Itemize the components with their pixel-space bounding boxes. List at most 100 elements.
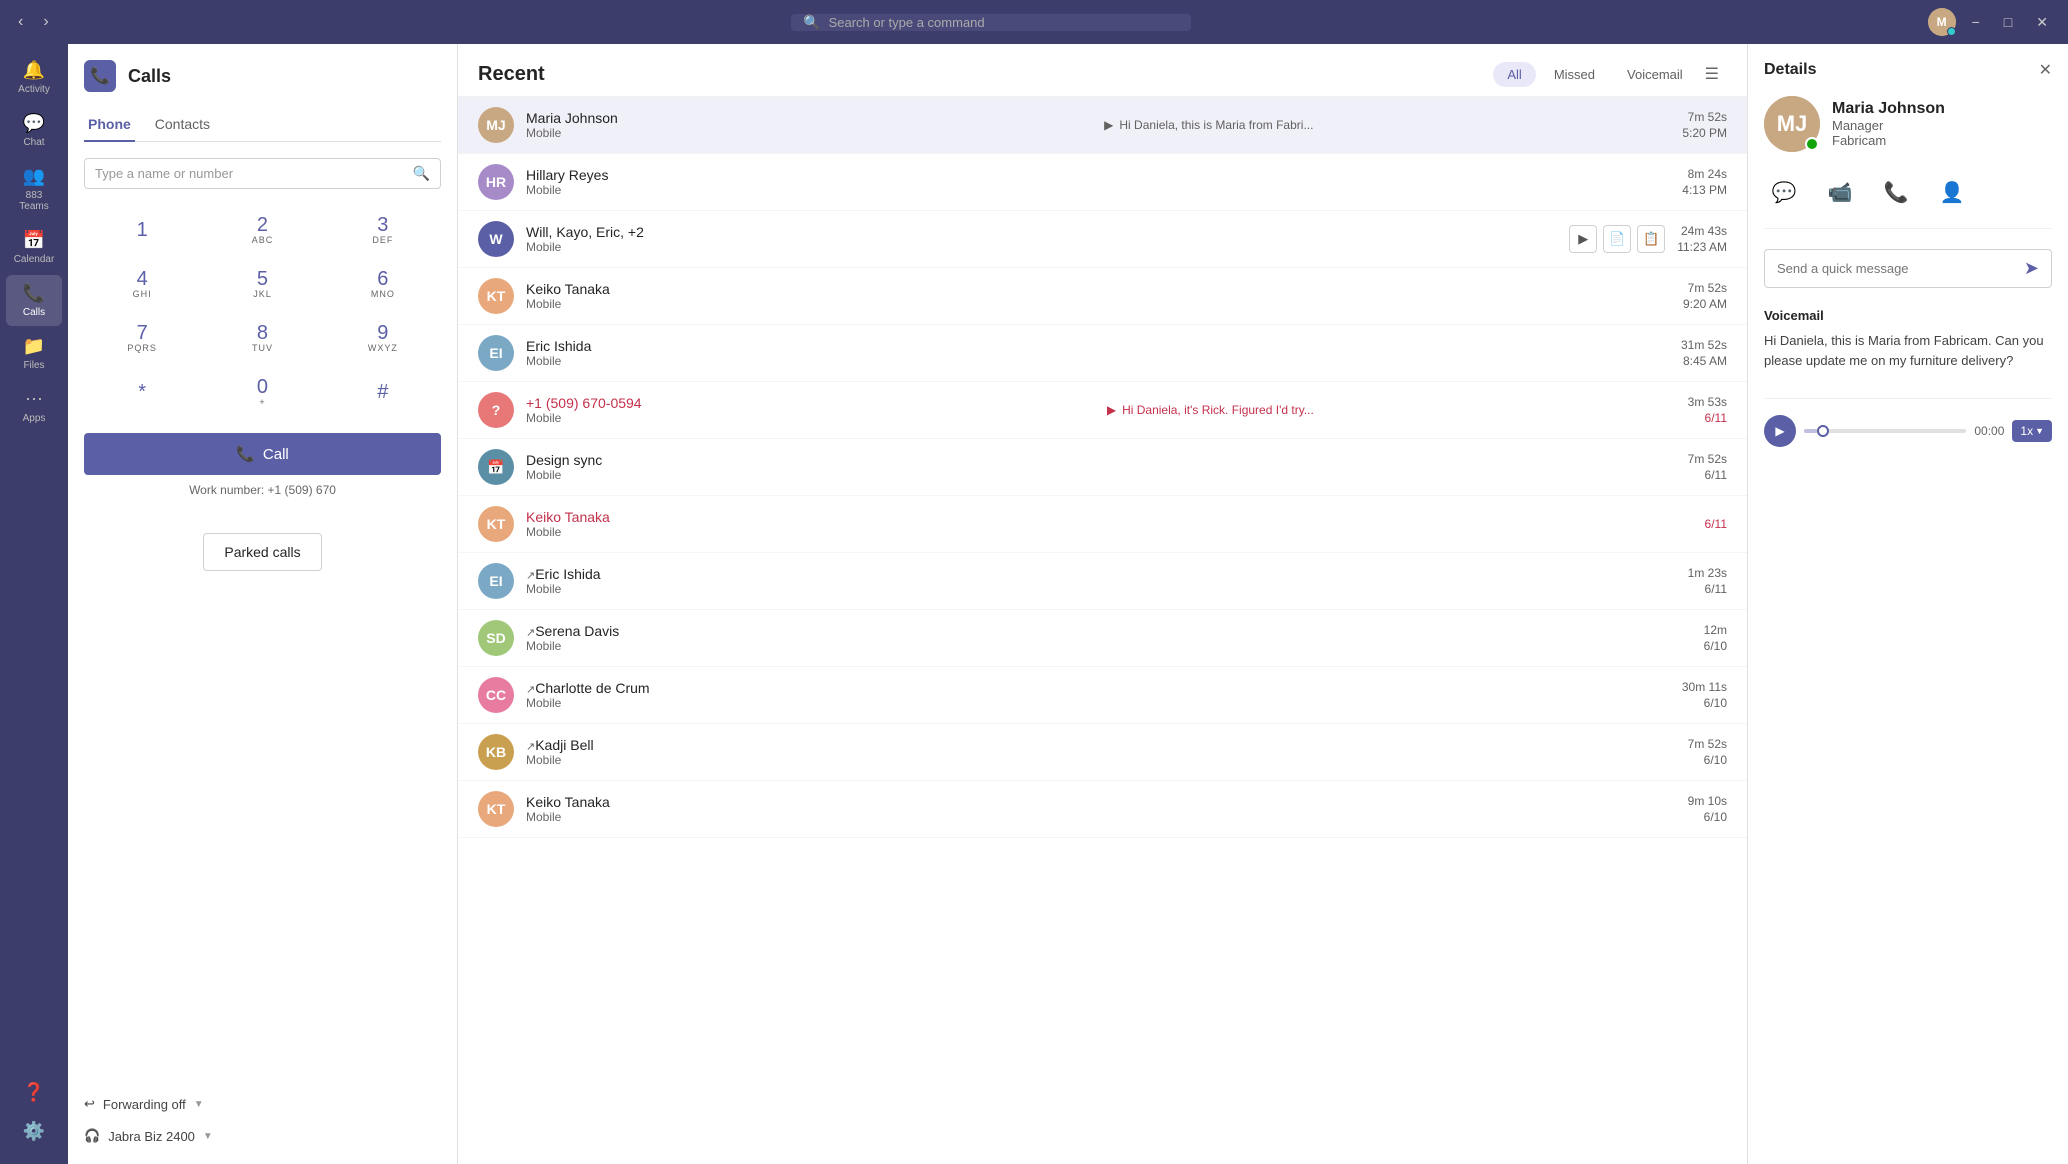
quick-message-input[interactable] [1777, 261, 2016, 276]
nav-back-button[interactable]: ‹ [12, 9, 29, 35]
dial-key-#[interactable]: # [325, 367, 441, 417]
dial-key-6[interactable]: 6 MNO [325, 259, 441, 309]
list-item[interactable]: KT Keiko Tanaka Mobile 6/11 [458, 496, 1747, 553]
call-time: 6/11 [1705, 468, 1727, 482]
call-action-button[interactable]: 📞 [1876, 172, 1916, 212]
sidebar-item-calendar[interactable]: 📅 Calendar [6, 222, 62, 273]
dial-num-9: 9 [377, 323, 388, 343]
user-avatar[interactable]: M [1928, 8, 1956, 36]
sidebar-item-apps[interactable]: ⋯ Apps [6, 381, 62, 432]
dial-key-0[interactable]: 0 + [204, 367, 320, 417]
call-avatar: KT [478, 278, 514, 314]
titlebar-search-bar[interactable]: 🔍 [791, 14, 1191, 31]
dial-key-1[interactable]: 1 [84, 205, 200, 255]
quick-message-area[interactable]: ➤ [1764, 249, 2052, 288]
call-name: ↗Eric Ishida [526, 566, 1676, 582]
call-type: Mobile [526, 297, 1671, 311]
dialer-search-bar[interactable]: 🔍 [84, 158, 441, 189]
dial-key-7[interactable]: 7 PQRS [84, 313, 200, 363]
call-avatar: ? [478, 392, 514, 428]
sidebar-bottom: ❓ ⚙️ [6, 1074, 62, 1164]
call-item-transcript-btn[interactable]: 📄 [1603, 225, 1631, 253]
call-info: Keiko Tanaka Mobile [526, 509, 1693, 539]
dial-key-5[interactable]: 5 JKL [204, 259, 320, 309]
filter-voicemail[interactable]: Voicemail [1613, 62, 1697, 87]
list-item[interactable]: HR Hillary Reyes Mobile 8m 24s 4:13 PM [458, 154, 1747, 211]
list-item[interactable]: W Will, Kayo, Eric, +2 Mobile ▶ 📄 📋 24m … [458, 211, 1747, 268]
speed-button[interactable]: 1x ▼ [2012, 420, 2052, 442]
sidebar-item-help[interactable]: ❓ [6, 1074, 62, 1111]
sidebar-item-teams[interactable]: 👥 883 Teams [6, 158, 62, 220]
list-item[interactable]: ? +1 (509) 670-0594 Mobile ▶ Hi Daniela,… [458, 382, 1747, 439]
call-duration: 7m 52s [1688, 110, 1727, 124]
audio-track[interactable] [1804, 429, 1966, 433]
dial-key-3[interactable]: 3 DEF [325, 205, 441, 255]
video-action-button[interactable]: 📹 [1820, 172, 1860, 212]
recent-filters: AllMissedVoicemail [1493, 62, 1696, 87]
dialer-search-input[interactable] [95, 166, 405, 181]
call-type: Mobile [526, 183, 1670, 197]
parked-calls-button[interactable]: Parked calls [203, 533, 321, 571]
sidebar-item-label-calendar: Calendar [14, 254, 55, 265]
sidebar-item-label-files: Files [23, 360, 44, 371]
details-close-button[interactable]: ✕ [2039, 60, 2052, 80]
call-info: ↗Charlotte de Crum Mobile [526, 680, 1670, 710]
list-item[interactable]: EI ↗Eric Ishida Mobile 1m 23s 6/11 [458, 553, 1747, 610]
device-item[interactable]: 🎧 Jabra Biz 2400 ▼ [84, 1124, 441, 1148]
call-avatar: KT [478, 506, 514, 542]
call-button[interactable]: 📞 Call [84, 433, 441, 475]
dial-num-7: 7 [137, 323, 148, 343]
dial-key-4[interactable]: 4 GHI [84, 259, 200, 309]
dial-key-*[interactable]: * [84, 367, 200, 417]
dial-key-2[interactable]: 2 ABC [204, 205, 320, 255]
quick-message-send-button[interactable]: ➤ [2024, 258, 2039, 279]
sidebar-item-calls[interactable]: 📞 Calls [6, 275, 62, 326]
call-type: Mobile [526, 639, 1692, 653]
play-button[interactable]: ▶ [1764, 415, 1796, 447]
list-item[interactable]: MJ Maria Johnson Mobile ▶ Hi Daniela, th… [458, 97, 1747, 154]
contact-details: Maria Johnson Manager Fabricam [1832, 100, 1945, 148]
sidebar-item-files[interactable]: 📁 Files [6, 328, 62, 379]
list-item[interactable]: KT Keiko Tanaka Mobile 7m 52s 9:20 AM [458, 268, 1747, 325]
forwarding-item[interactable]: ↩ Forwarding off ▼ [84, 1092, 441, 1116]
filter-all[interactable]: All [1493, 62, 1535, 87]
add-person-action-button[interactable]: 👤 [1932, 172, 1972, 212]
call-info: Will, Kayo, Eric, +2 Mobile [526, 224, 1557, 254]
list-item[interactable]: 📅 Design sync Mobile 7m 52s 6/11 [458, 439, 1747, 496]
filter-more-button[interactable]: ☰ [1697, 60, 1727, 88]
tab-contacts[interactable]: Contacts [151, 108, 214, 142]
contact-actions: 💬 📹 📞 👤 [1764, 172, 2052, 229]
close-button[interactable]: ✕ [2028, 10, 2056, 35]
list-item[interactable]: EI Eric Ishida Mobile 31m 52s 8:45 AM [458, 325, 1747, 382]
calls-title: Calls [128, 66, 171, 87]
sidebar-item-activity[interactable]: 🔔 Activity [6, 52, 62, 103]
tab-phone[interactable]: Phone [84, 108, 135, 142]
dial-num-4: 4 [137, 269, 148, 289]
list-item[interactable]: CC ↗Charlotte de Crum Mobile 30m 11s 6/1… [458, 667, 1747, 724]
outgoing-arrow: ↗ [526, 684, 535, 696]
call-item-notes-btn[interactable]: 📋 [1637, 225, 1665, 253]
list-item[interactable]: KT Keiko Tanaka Mobile 9m 10s 6/10 [458, 781, 1747, 838]
sidebar-item-settings[interactable]: ⚙️ [6, 1113, 62, 1150]
call-item-video-btn[interactable]: ▶ [1569, 225, 1597, 253]
dial-key-9[interactable]: 9 WXYZ [325, 313, 441, 363]
dial-sub-3: DEF [372, 235, 393, 245]
call-time: 6/10 [1704, 753, 1727, 767]
list-item[interactable]: SD ↗Serena Davis Mobile 12m 6/10 [458, 610, 1747, 667]
device-icon: 🎧 [84, 1128, 100, 1144]
call-duration: 31m 52s [1681, 338, 1727, 352]
chat-action-button[interactable]: 💬 [1764, 172, 1804, 212]
call-duration: 7m 52s [1688, 452, 1727, 466]
list-item[interactable]: KB ↗Kadji Bell Mobile 7m 52s 6/10 [458, 724, 1747, 781]
call-avatar: KT [478, 791, 514, 827]
dial-key-8[interactable]: 8 TUV [204, 313, 320, 363]
minimize-button[interactable]: − [1964, 10, 1988, 34]
filter-missed[interactable]: Missed [1540, 62, 1609, 87]
dial-sub-4: GHI [133, 289, 152, 299]
call-duration: 8m 24s [1688, 167, 1727, 181]
sidebar-item-chat[interactable]: 💬 Chat [6, 105, 62, 156]
contact-status-dot [1805, 137, 1819, 151]
search-input[interactable] [829, 15, 1180, 30]
maximize-button[interactable]: □ [1996, 10, 2020, 34]
nav-forward-button[interactable]: › [37, 9, 54, 35]
